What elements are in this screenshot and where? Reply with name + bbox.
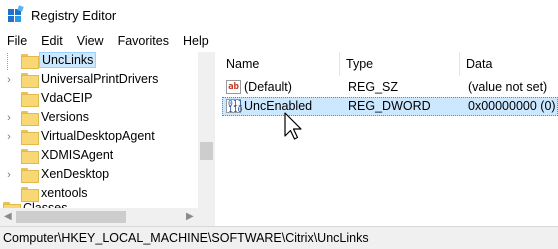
folder-icon <box>21 54 39 69</box>
tree-item-xendesktop[interactable]: › XenDesktop <box>0 165 200 184</box>
value-type: REG_SZ <box>348 80 399 94</box>
status-bar-path: Computer\HKEY_LOCAL_MACHINE\SOFTWARE\Cit… <box>0 226 558 249</box>
tree-horizontal-scrollbar[interactable]: ◀ ▶ <box>0 208 198 226</box>
string-value-icon: ab <box>226 80 241 94</box>
menu-favorites[interactable]: Favorites <box>111 30 176 52</box>
dword-value-icon: 011 110 <box>226 99 243 114</box>
tree-item-label: UncLinks <box>39 52 97 68</box>
folder-icon <box>21 111 39 126</box>
tree-item-label: XenDesktop <box>41 167 110 181</box>
tree-vertical-scrollbar[interactable] <box>198 52 215 226</box>
value-row-default[interactable]: ab (Default) REG_SZ (value not set) <box>220 78 558 97</box>
scrollbar-corner <box>198 208 215 226</box>
menu-edit[interactable]: Edit <box>34 30 70 52</box>
menu-file[interactable]: File <box>0 30 34 52</box>
scrollbar-thumb[interactable] <box>16 211 126 223</box>
title-bar: Registry Editor <box>0 0 558 30</box>
value-type: REG_DWORD <box>348 99 431 113</box>
tree-item-label: VdaCEIP <box>41 91 93 105</box>
chevron-right-icon[interactable]: › <box>4 112 14 124</box>
scroll-right-icon[interactable]: ▶ <box>186 211 194 222</box>
column-header-type[interactable]: Type <box>340 52 460 76</box>
value-name: UncEnabled <box>244 99 313 113</box>
tree-item-universalprintdrivers[interactable]: › UniversalPrintDrivers <box>0 70 200 89</box>
tree-item-label: Versions <box>41 110 89 124</box>
value-data: 0x00000000 (0) <box>468 99 556 113</box>
window-title: Registry Editor <box>31 8 117 23</box>
registry-tree[interactable]: UncLinks › UniversalPrintDrivers VdaCEIP… <box>0 52 215 226</box>
folder-icon <box>21 130 39 145</box>
value-data: (value not set) <box>468 80 548 94</box>
values-list[interactable]: Name Type Data ab (Default) REG_SZ (valu… <box>220 52 558 226</box>
menu-view[interactable]: View <box>70 30 111 52</box>
column-header-data[interactable]: Data <box>460 52 558 76</box>
folder-icon <box>21 149 39 164</box>
tree-connector <box>7 52 8 70</box>
chevron-right-icon[interactable]: › <box>4 131 14 143</box>
folder-icon <box>21 73 39 88</box>
menu-help[interactable]: Help <box>176 30 216 52</box>
value-row-uncenabled[interactable]: 011 110 UncEnabled REG_DWORD 0x00000000 (… <box>220 97 558 116</box>
tree-item-label: VirtualDesktopAgent <box>41 129 155 143</box>
chevron-right-icon[interactable]: › <box>4 74 14 86</box>
chevron-right-icon[interactable]: › <box>4 169 14 181</box>
tree-item-virtualdesktopagent[interactable]: › VirtualDesktopAgent <box>0 127 200 146</box>
registry-editor-icon <box>8 5 24 23</box>
tree-item-label: xentools <box>41 186 88 200</box>
folder-icon <box>21 168 39 183</box>
scrollbar-thumb[interactable] <box>200 142 213 160</box>
tree-item-label: XDMISAgent <box>41 148 114 162</box>
tree-item-unclinks[interactable]: UncLinks <box>0 52 200 70</box>
column-header-name[interactable]: Name <box>220 52 340 76</box>
menu-bar: File Edit View Favorites Help <box>0 30 558 52</box>
tree-item-vdaceip[interactable]: VdaCEIP <box>0 89 200 108</box>
mouse-cursor-icon <box>284 112 302 140</box>
scroll-left-icon[interactable]: ◀ <box>4 211 12 222</box>
value-name: (Default) <box>244 80 292 94</box>
tree-item-label: UniversalPrintDrivers <box>41 72 159 86</box>
tree-item-xdmisagent[interactable]: XDMISAgent <box>0 146 200 165</box>
folder-icon <box>21 92 39 107</box>
tree-item-versions[interactable]: › Versions <box>0 108 200 127</box>
